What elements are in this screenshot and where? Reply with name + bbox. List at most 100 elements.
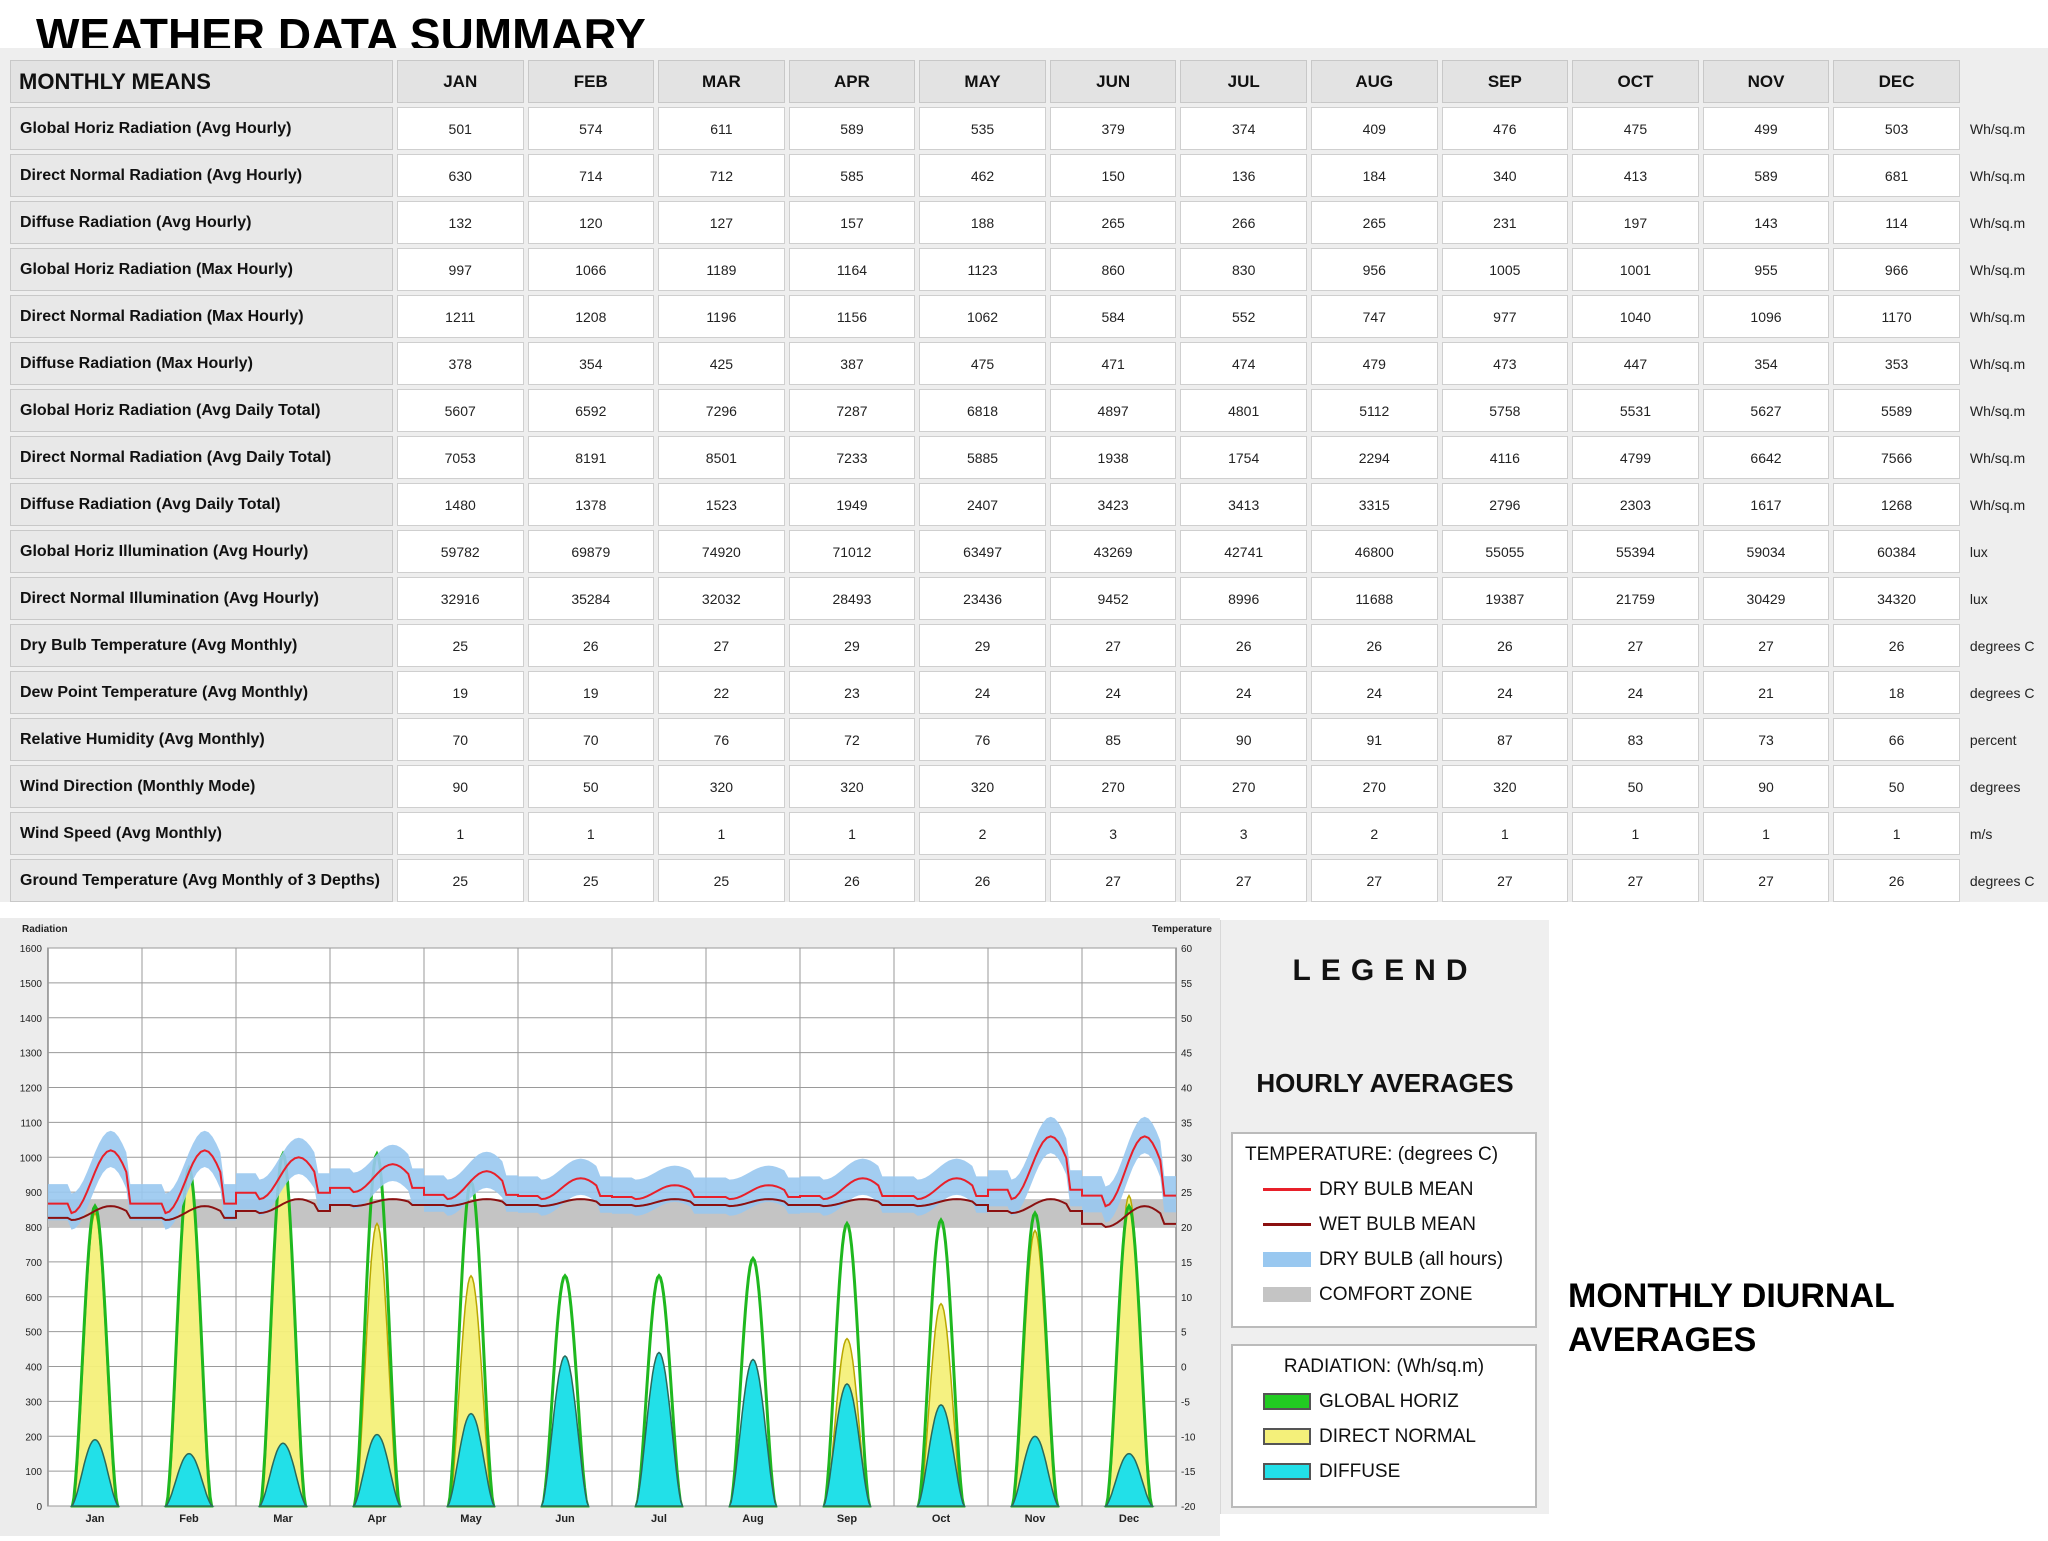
table-cell: 1480 — [396, 483, 524, 526]
table-cell: 27 — [1441, 859, 1569, 902]
row-unit: Wh/sq.m — [1969, 355, 2026, 372]
legend-label: DRY BULB MEAN — [1319, 1178, 1474, 1200]
column-header-jan: JAN — [396, 60, 524, 103]
table-cell: 1208 — [527, 295, 655, 338]
column-header-nov: NOV — [1702, 60, 1830, 103]
column-header-may: MAY — [919, 60, 1046, 103]
legend-panel: LEGEND HOURLY AVERAGES TEMPERATURE: (deg… — [1220, 920, 1549, 1514]
legend-label: GLOBAL HORIZ — [1319, 1390, 1459, 1412]
table-cell: 630 — [396, 154, 524, 197]
table-cell: 74920 — [658, 530, 785, 573]
table-cell: 29 — [788, 624, 916, 667]
right-axis-label: Temperature — [1152, 924, 1212, 935]
table-cell: 27 — [1180, 859, 1307, 902]
table-cell: 50 — [527, 765, 655, 808]
table-cell: 43269 — [1049, 530, 1177, 573]
legend-label: DRY BULB (all hours) — [1319, 1248, 1504, 1270]
table-cell: 374 — [1180, 107, 1307, 150]
table-cell: 503 — [1833, 107, 1960, 150]
left-tick-label: 300 — [25, 1397, 42, 1408]
month-tick-label: Feb — [179, 1513, 199, 1525]
table-cell: 1123 — [919, 248, 1046, 291]
table-row: Wind Direction (Monthly Mode) 90 50 320 320 3… — [10, 765, 2044, 808]
table-cell: 24 — [1572, 671, 1699, 714]
table-cell: 27 — [1702, 859, 1830, 902]
table-cell: 1001 — [1572, 248, 1699, 291]
legend-swatch — [1263, 1463, 1311, 1480]
legend-item: DIFFUSE — [1233, 1454, 1535, 1489]
table-cell: 28493 — [788, 577, 916, 620]
right-tick-label: 55 — [1181, 979, 1193, 990]
column-header-sep: SEP — [1441, 60, 1569, 103]
table-cell: 1938 — [1049, 436, 1177, 479]
table-cell: 24 — [919, 671, 1046, 714]
table-cell: 11688 — [1310, 577, 1438, 620]
table-cell: 3413 — [1180, 483, 1307, 526]
table-cell: 26 — [919, 859, 1046, 902]
row-label: Diffuse Radiation (Avg Hourly) — [10, 201, 393, 244]
table-cell: 157 — [788, 201, 916, 244]
right-tick-label: 15 — [1181, 1258, 1193, 1269]
left-tick-label: 600 — [25, 1293, 42, 1304]
table-cell: 32916 — [396, 577, 524, 620]
month-tick-label: May — [460, 1513, 482, 1525]
row-unit: lux — [1969, 590, 1988, 607]
right-tick-label: -5 — [1181, 1397, 1190, 1408]
diurnal-chart-panel: 0 100 200 300 400 500 600 700 800 900 1000 1100 1200… — [0, 918, 1220, 1536]
table-cell: 42741 — [1180, 530, 1307, 573]
month-tick-label: Aug — [742, 1513, 763, 1525]
left-tick-label: 200 — [25, 1432, 42, 1443]
table-cell: 955 — [1702, 248, 1830, 291]
table-cell: 3315 — [1310, 483, 1438, 526]
left-tick-label: 1200 — [20, 1084, 43, 1095]
table-cell: 1 — [1702, 812, 1830, 855]
table-cell: 73 — [1702, 718, 1830, 761]
diurnal-averages-label: MONTHLY DIURNAL AVERAGES — [1568, 1274, 1895, 1362]
table-cell: 1 — [1572, 812, 1699, 855]
table-cell: 353 — [1833, 342, 1960, 385]
column-header-jul: JUL — [1180, 60, 1307, 103]
table-cell: 1170 — [1833, 295, 1960, 338]
table-cell: 265 — [1310, 201, 1438, 244]
table-row: Diffuse Radiation (Max Hourly) 378 354 425 3… — [10, 342, 2044, 385]
row-label: Global Horiz Illumination (Avg Hourly) — [10, 530, 393, 573]
table-cell: 1156 — [788, 295, 916, 338]
table-cell: 25 — [658, 859, 785, 902]
table-cell: 25 — [396, 859, 524, 902]
table-cell: 90 — [1180, 718, 1307, 761]
legend-item: COMFORT ZONE — [1233, 1277, 1535, 1312]
table-cell: 70 — [527, 718, 655, 761]
table-row: Relative Humidity (Avg Monthly) 70 70 76 72 7… — [10, 718, 2044, 761]
table-cell: 5885 — [919, 436, 1046, 479]
row-label: Wind Speed (Avg Monthly) — [10, 812, 393, 855]
row-unit: degrees C — [1969, 684, 2035, 701]
legend-item: DIRECT NORMAL — [1233, 1419, 1535, 1454]
legend-swatch — [1263, 1428, 1311, 1445]
row-label: Global Horiz Radiation (Avg Hourly) — [10, 107, 393, 150]
table-cell: 270 — [1180, 765, 1307, 808]
row-label: Ground Temperature (Avg Monthly of 3 Dep… — [10, 859, 393, 902]
left-tick-label: 100 — [25, 1467, 42, 1478]
table-cell: 589 — [1702, 154, 1830, 197]
table-row: Direct Normal Radiation (Avg Hourly) 630 7… — [10, 154, 2044, 197]
table-cell: 143 — [1702, 201, 1830, 244]
table-cell: 132 — [396, 201, 524, 244]
table-cell: 90 — [1702, 765, 1830, 808]
table-cell: 2407 — [919, 483, 1046, 526]
table-cell: 712 — [658, 154, 785, 197]
row-unit: degrees — [1969, 778, 2021, 795]
table-cell: 1 — [527, 812, 655, 855]
row-unit: Wh/sq.m — [1969, 261, 2026, 278]
month-tick-label: Sep — [837, 1513, 857, 1525]
row-label: Global Horiz Radiation (Avg Daily Total) — [10, 389, 393, 432]
table-cell: 966 — [1833, 248, 1960, 291]
left-tick-label: 800 — [25, 1223, 42, 1234]
table-cell: 8501 — [658, 436, 785, 479]
table-cell: 379 — [1049, 107, 1177, 150]
table-cell: 354 — [1702, 342, 1830, 385]
table-cell: 354 — [527, 342, 655, 385]
table-cell: 26 — [1310, 624, 1438, 667]
table-cell: 378 — [396, 342, 524, 385]
table-cell: 681 — [1833, 154, 1960, 197]
legend-temperature-header: TEMPERATURE: (degrees C) — [1245, 1144, 1499, 1165]
